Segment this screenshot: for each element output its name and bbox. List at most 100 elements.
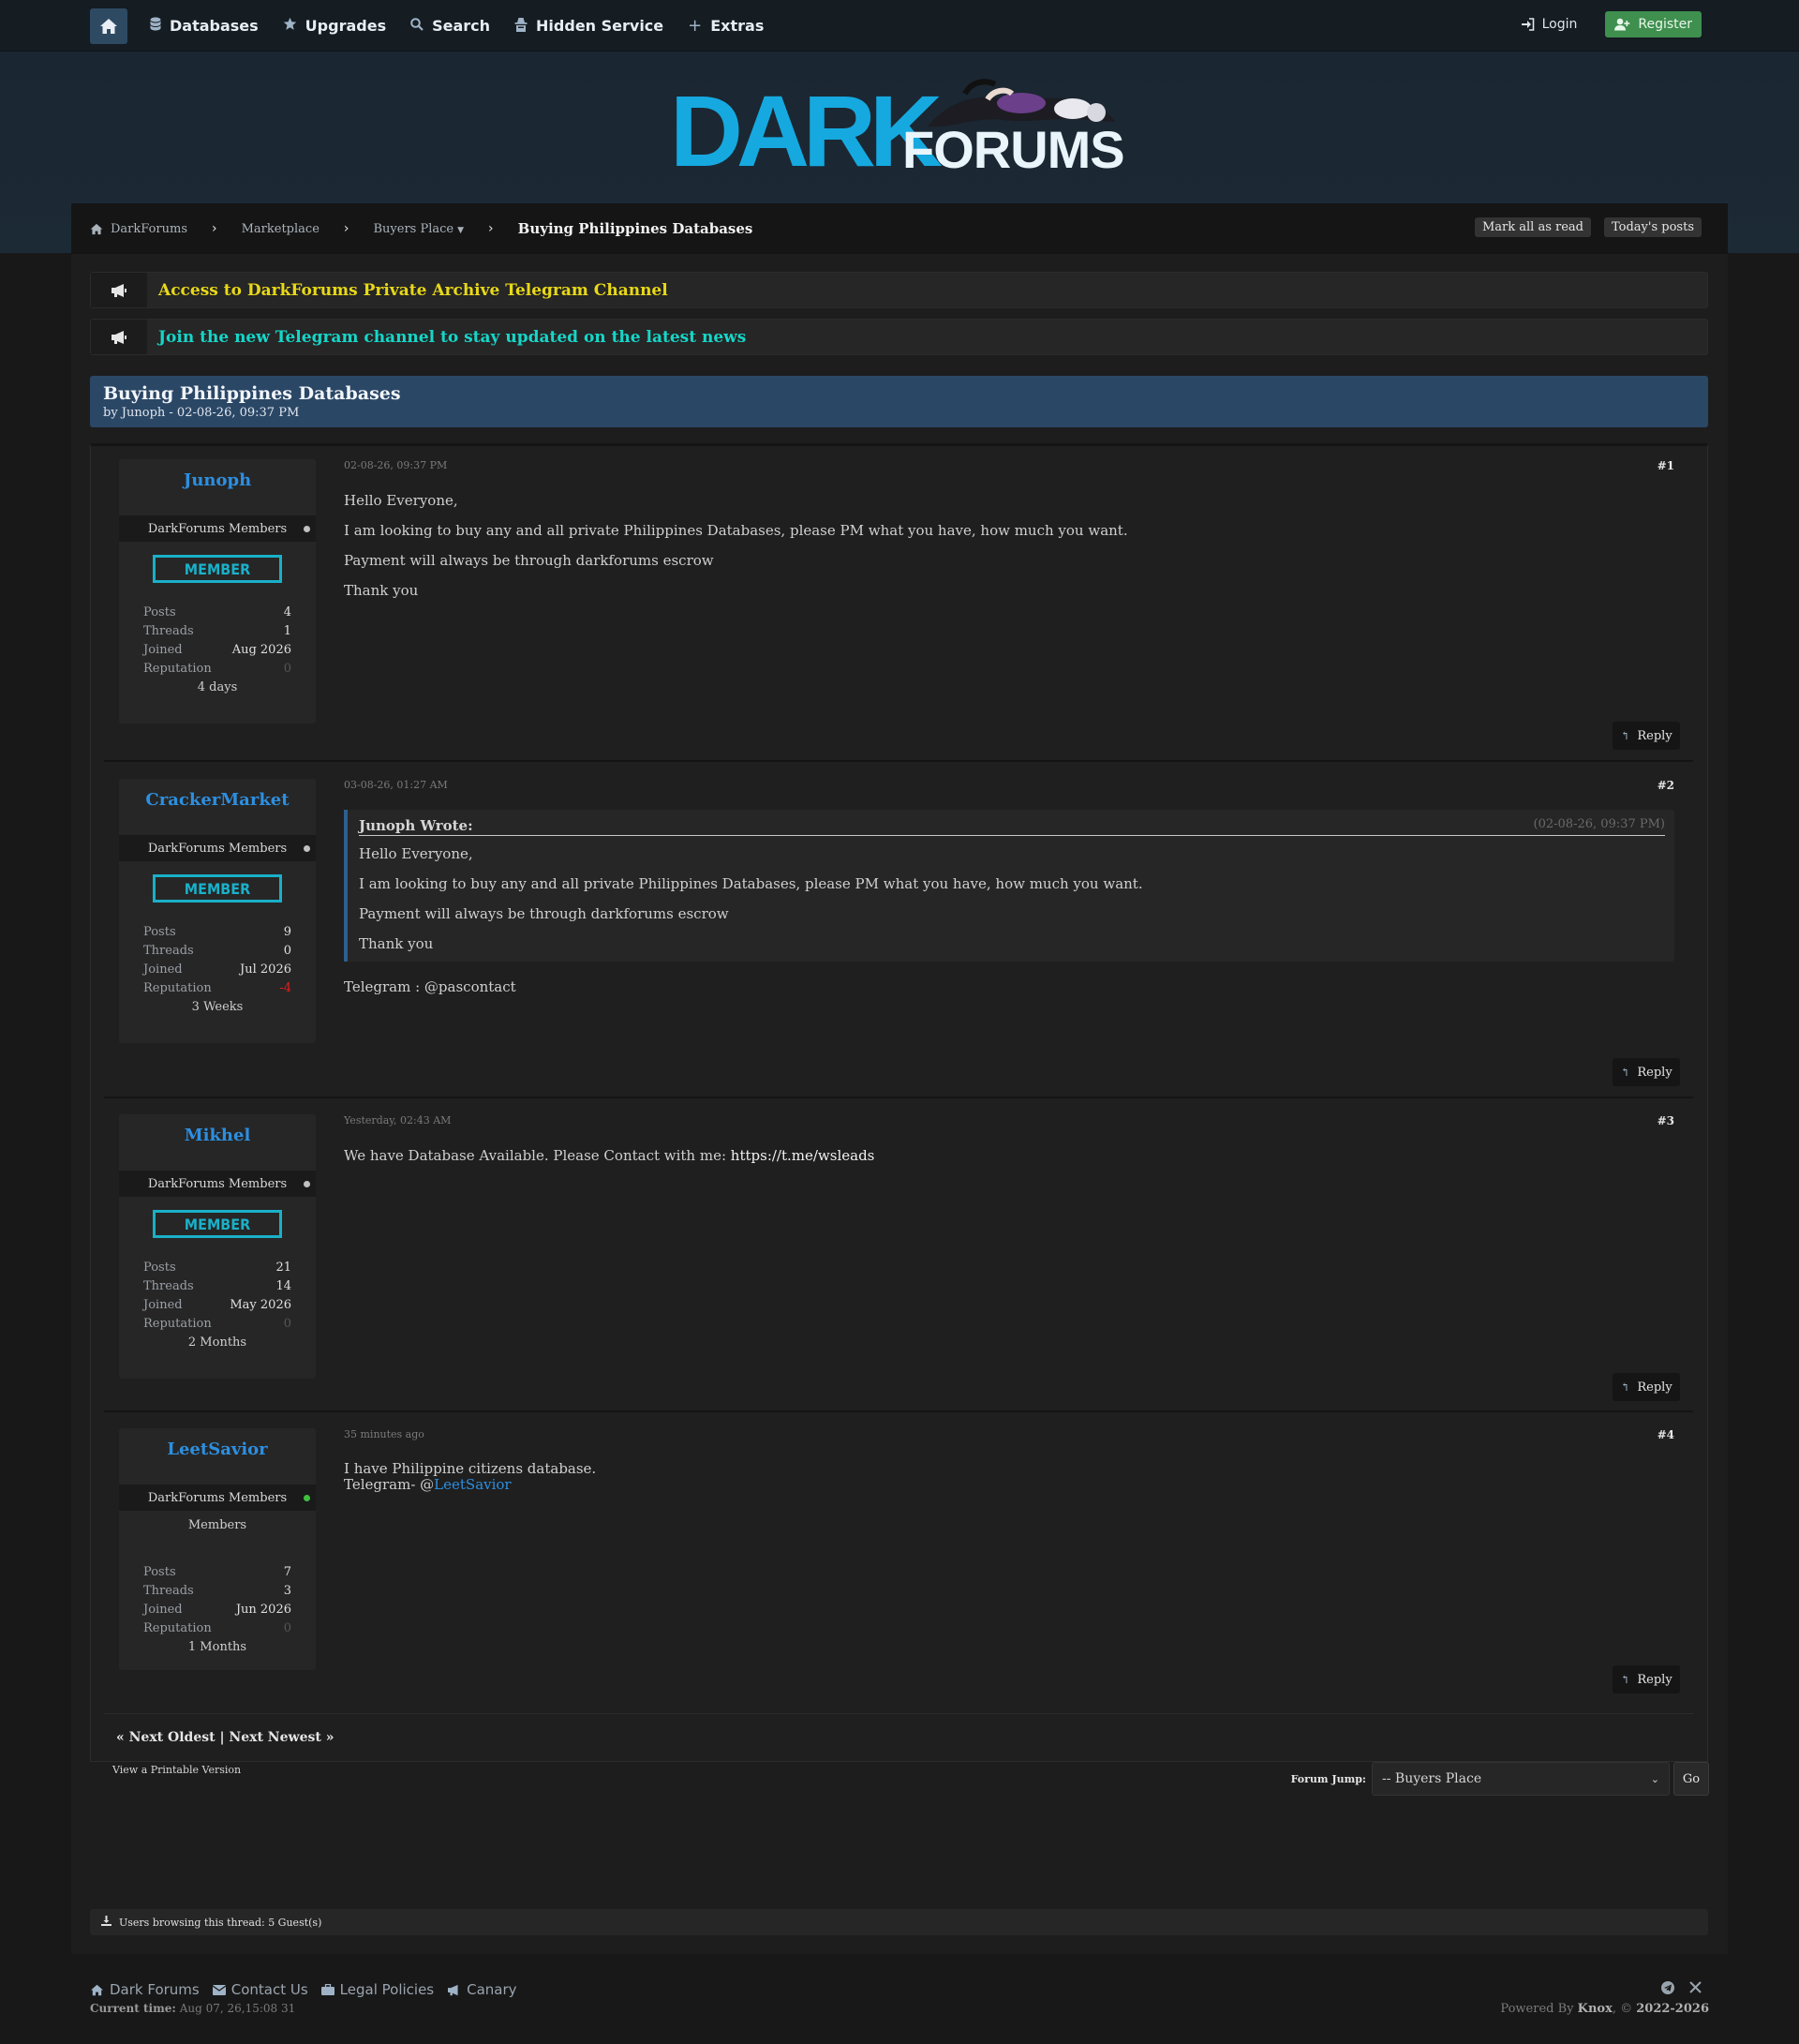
reply-button[interactable]: ↰ Reply [1613, 1058, 1680, 1086]
bullhorn-icon [448, 1984, 458, 1995]
author-name[interactable]: Mikhel [119, 1114, 316, 1171]
footer-link-canary[interactable]: Canary [447, 1981, 517, 1998]
member-badge: MEMBER [153, 1210, 282, 1238]
bullhorn-icon [91, 320, 147, 354]
author-group: DarkForums Members [119, 1171, 316, 1197]
breadcrumb: DarkForums › Marketplace › Buyers Place … [71, 203, 1728, 254]
post-body: Yesterday, 02:43 AM #3 We have Database … [344, 1114, 1674, 1177]
breadcrumb-darkforums[interactable]: DarkForums [111, 222, 187, 236]
nav-extras[interactable]: + Extras [688, 16, 764, 36]
author-stats: Posts 21 Threads 14 Joined May 2026 Reputat… [143, 1261, 291, 1350]
mark-all-read-button[interactable]: Mark all as read [1474, 217, 1591, 237]
search-icon [410, 17, 424, 35]
author-name[interactable]: LeetSavior [119, 1428, 316, 1485]
post-date: 02-08-26, 09:37 PM [344, 459, 448, 471]
x-icon[interactable] [1689, 1981, 1702, 1998]
breadcrumb-marketplace[interactable]: Marketplace [242, 222, 320, 236]
quote-block: Junoph Wrote: (02-08-26, 09:37 PM) Hello… [344, 810, 1674, 962]
footer-links: Dark Forums Contact Us Legal Policies Ca… [90, 1981, 517, 1998]
quote-author: Junoph Wrote: [359, 817, 473, 834]
database-icon [150, 17, 161, 35]
next-prev-links[interactable]: « Next Oldest | Next Newest » [116, 1730, 334, 1745]
announcement-text[interactable]: Join the new Telegram channel to stay up… [158, 328, 746, 347]
home-icon [100, 19, 117, 34]
envelope-icon [212, 1984, 226, 1995]
quote-date[interactable]: (02-08-26, 09:37 PM) [1534, 817, 1665, 834]
author-panel: Junoph DarkForums Members MEMBER Posts 4 … [119, 459, 316, 724]
printable-version-link[interactable]: View a Printable Version [112, 1764, 241, 1776]
post-date: 03-08-26, 01:27 AM [344, 779, 448, 791]
main-container: DarkForums › Marketplace › Buyers Place … [71, 203, 1728, 1954]
divider [104, 1713, 1693, 1714]
forum-jump-select[interactable]: -- Buyers Place ⌄ [1372, 1762, 1670, 1796]
nav-upgrades[interactable]: Upgrades [283, 17, 386, 35]
social-icons [1661, 1981, 1702, 1998]
user-title: Members [187, 1518, 247, 1532]
go-button[interactable]: Go [1673, 1762, 1709, 1796]
breadcrumb-current: Buying Philippines Databases [517, 220, 753, 237]
forum-jump-label: Forum Jump: [1290, 1772, 1366, 1785]
breadcrumb-buyers-place[interactable]: Buyers Place [374, 222, 454, 236]
reply-button[interactable]: ↰ Reply [1613, 1665, 1680, 1693]
login-link[interactable]: Login [1521, 17, 1577, 32]
offline-status-dot [304, 1181, 310, 1187]
announcement-text[interactable]: Access to DarkForums Private Archive Tel… [158, 281, 668, 300]
post-date: 35 minutes ago [344, 1428, 424, 1440]
logo-dark-text: DARK [670, 74, 943, 187]
online-status-dot [304, 1495, 310, 1501]
logo-forums-text: FORUMS [902, 120, 1125, 179]
todays-posts-button[interactable]: Today's posts [1604, 217, 1702, 237]
nav-hidden-service[interactable]: Hidden Service [514, 17, 663, 36]
post-number[interactable]: #3 [1658, 1114, 1674, 1127]
thread-header: Buying Philippines Databases by Junoph -… [90, 376, 1708, 427]
post-message: We have Database Available. Please Conta… [344, 1147, 875, 1164]
site-logo[interactable]: DARK FORUMS [670, 75, 1138, 182]
author-name[interactable]: CrackerMarket [119, 779, 316, 835]
forum-jump: Forum Jump: -- Buyers Place ⌄ Go [1291, 1762, 1709, 1796]
post-number[interactable]: #1 [1658, 459, 1674, 472]
chevron-down-icon: ⌄ [1650, 1772, 1659, 1785]
author-stats: Posts 7 Threads 3 Joined Jun 2026 Reputatio… [143, 1565, 291, 1654]
nav-databases[interactable]: Databases [150, 17, 259, 35]
announcement-archive[interactable]: Access to DarkForums Private Archive Tel… [90, 272, 1708, 308]
users-browsing-bar: Users browsing this thread: 5 Guest(s) [90, 1909, 1708, 1935]
download-icon [101, 1916, 112, 1929]
chevron-right-icon: › [343, 221, 349, 236]
post-divider [104, 1410, 1693, 1412]
powered-by-link[interactable]: Knox [1578, 2002, 1613, 2016]
offline-status-dot [304, 845, 310, 852]
chevron-right-icon: › [212, 221, 217, 236]
nav-search[interactable]: Search [410, 17, 490, 35]
author-name[interactable]: Junoph [119, 459, 316, 515]
post-number[interactable]: #2 [1658, 779, 1674, 792]
home-button[interactable] [90, 8, 127, 44]
chevron-down-icon[interactable]: ▼ [457, 226, 464, 235]
user-plus-icon [1614, 18, 1630, 31]
author-group: DarkForums Members [119, 835, 316, 861]
current-time: Current time: Aug 07, 26,15:08 31 [90, 2002, 296, 2015]
announcement-telegram[interactable]: Join the new Telegram channel to stay up… [90, 319, 1708, 355]
register-button[interactable]: Register [1605, 11, 1702, 37]
offline-status-dot [304, 526, 310, 532]
telegram-icon[interactable] [1661, 1981, 1674, 1998]
author-group: DarkForums Members [119, 1485, 316, 1511]
footer-link-dark-forums[interactable]: Dark Forums [90, 1981, 200, 1998]
powered-by: Powered By Knox, © 2022-2026 [1500, 2002, 1709, 2016]
telegram-link[interactable]: https://t.me/wsleads [731, 1147, 875, 1164]
reply-button[interactable]: ↰ Reply [1613, 722, 1680, 750]
reply-button[interactable]: ↰ Reply [1613, 1373, 1680, 1401]
post: LeetSavior DarkForums Members Members Po… [104, 1415, 1693, 1696]
spy-icon [514, 17, 528, 36]
thread-subtitle: by Junoph - 02-08-26, 09:37 PM [103, 406, 300, 420]
footer-link-contact[interactable]: Contact Us [212, 1981, 308, 1998]
user-mention[interactable]: LeetSavior [434, 1476, 511, 1493]
reply-icon: ↰ [1620, 1066, 1630, 1079]
post-number[interactable]: #4 [1658, 1428, 1674, 1441]
member-badge: MEMBER [153, 555, 282, 583]
sign-in-icon [1521, 18, 1534, 31]
bullhorn-icon [91, 273, 147, 307]
author-panel: LeetSavior DarkForums Members Members Po… [119, 1428, 316, 1670]
briefcase-icon [320, 1984, 335, 1995]
footer-link-legal[interactable]: Legal Policies [320, 1981, 434, 1998]
reply-icon: ↰ [1620, 1380, 1630, 1394]
